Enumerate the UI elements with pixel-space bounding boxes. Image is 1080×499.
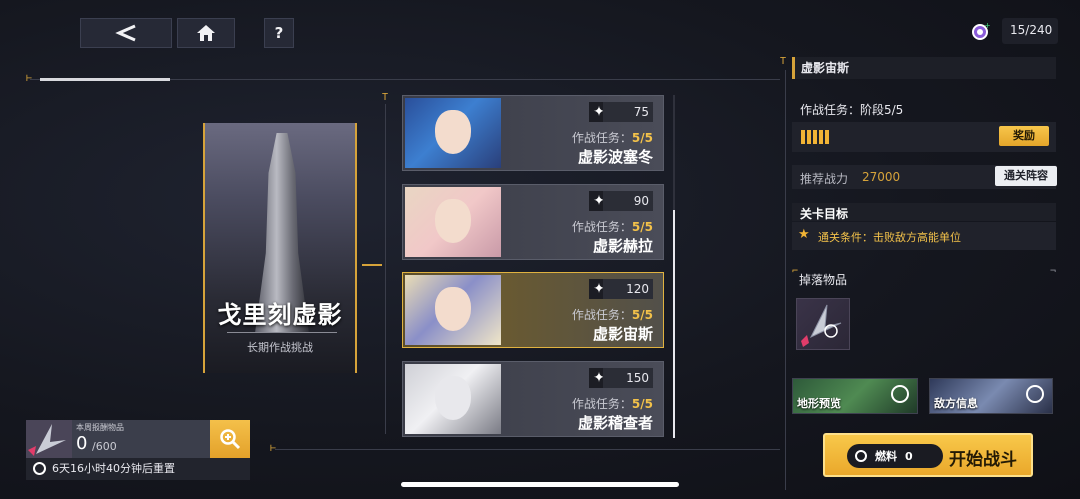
goal-row: ★ 通关条件：击败敌方高能单位 [792, 222, 1056, 250]
fuel-value: 0 [905, 449, 913, 463]
challenge-subtitle: 长期作战挑战 [247, 341, 313, 354]
weekly-reward-label: 本周报酬物品 [76, 423, 124, 432]
help-button[interactable]: ? [264, 18, 294, 48]
stage-card-hera[interactable]: ✦ 90 作战任务：5/5 虚影赫拉 [402, 184, 664, 260]
title-divider [227, 332, 337, 333]
shuriken-item-icon [26, 420, 72, 458]
portrait-hera [405, 187, 501, 257]
challenge-card[interactable]: 戈里刻虚影 长期作战挑战 [203, 123, 357, 373]
weekly-search-button[interactable] [210, 420, 250, 458]
back-button[interactable] [80, 18, 172, 48]
stage-name: 虚影波塞冬 [577, 148, 653, 166]
chevron-left-icon [115, 24, 136, 42]
drop-item-slot[interactable] [796, 298, 850, 350]
energy-orb-icon: + [972, 22, 990, 40]
goal-header: 关卡目标 [800, 207, 849, 221]
stage-name: 虚影赫拉 [592, 237, 653, 255]
progress-highlight [40, 78, 170, 81]
magnifier-plus-icon [220, 429, 241, 450]
corner-mark: ⊢ [270, 443, 277, 454]
stage-card-inspector[interactable]: ✦ 150 作战任务：5/5 虚影稽查者 [402, 361, 664, 437]
stage-number: 150 [603, 368, 653, 388]
stage-card-poseidon[interactable]: ✦ 75 作战任务：5/5 虚影波塞冬 [402, 95, 664, 171]
stage-card-zeus[interactable]: ✦ 120 作战任务：5/5 虚影宙斯 [402, 272, 664, 348]
enemy-info-label: 敌方信息 [934, 397, 978, 410]
task-progress-row: 作战任务：阶段5/5 [792, 98, 1056, 120]
terrain-preview-label: 地形预览 [797, 397, 841, 410]
svg-text:+: + [984, 22, 990, 30]
fuel-display: 燃料 0 [847, 444, 943, 468]
home-icon [197, 25, 215, 41]
start-battle-button[interactable]: 燃料 0 开始战斗 [823, 433, 1033, 477]
stamina-value: 15/240 [1010, 23, 1053, 37]
portrait-zeus [405, 275, 501, 345]
stage-task: 作战任务：5/5 [571, 131, 653, 145]
portrait-inspector [405, 364, 501, 434]
weekly-reset-text: 6天16小时40分钟后重置 [52, 462, 175, 475]
stage-task: 作战任务：5/5 [571, 308, 653, 322]
corner-mark: ¬ [1050, 266, 1057, 277]
vertical-divider [785, 70, 786, 490]
progress-bars [801, 130, 829, 144]
stage-name: 虚影宙斯 [592, 325, 653, 343]
stage-number: 120 [603, 279, 653, 299]
terrain-preview-button[interactable]: 地形预览 [792, 378, 918, 414]
clear-team-button[interactable]: 通关阵容 [995, 166, 1057, 186]
magnifier-icon [1026, 385, 1044, 403]
fuel-icon [855, 450, 867, 462]
start-battle-label: 开始战斗 [949, 450, 1017, 470]
corner-mark: ⊢ [26, 73, 33, 84]
corner-mark: ⌐ [792, 266, 799, 277]
stamina-display[interactable]: + 15/240 [968, 18, 1058, 44]
weekly-reset-timer: 6天16小时40分钟后重置 [26, 458, 250, 480]
shuriken-item-icon [801, 304, 842, 347]
portrait-poseidon [405, 98, 501, 168]
magnifier-icon [891, 385, 909, 403]
fuel-label: 燃料 [875, 450, 897, 463]
scrollbar-thumb[interactable] [673, 210, 675, 438]
clock-icon [33, 462, 46, 475]
weekly-max: /600 [92, 440, 117, 453]
stage-number: 90 [603, 191, 653, 211]
reward-button[interactable]: 奖励 [999, 126, 1049, 146]
help-label: ? [274, 24, 284, 42]
stage-task: 作战任务：5/5 [571, 397, 653, 411]
enemy-info-button[interactable]: 敌方信息 [929, 378, 1053, 414]
corner-mark: T [382, 92, 389, 103]
weekly-current: 0 [76, 433, 88, 454]
goal-star-icon: ★ [798, 227, 810, 242]
stage-number: 75 [603, 102, 653, 122]
stage-task: 作战任务：5/5 [571, 220, 653, 234]
task-progress-text: 作战任务：阶段5/5 [800, 103, 904, 117]
vertical-divider [385, 104, 386, 434]
weekly-reward-panel: 本周报酬物品 0 /600 6天16小时40分钟后重置 [26, 420, 250, 480]
home-indicator[interactable] [401, 482, 679, 487]
connector-line [362, 264, 382, 266]
drops-header: 掉落物品 [799, 273, 848, 287]
home-button[interactable] [177, 18, 235, 48]
goal-text: 通关条件：击败敌方高能单位 [818, 231, 961, 244]
bottom-divider [275, 449, 780, 450]
stage-name: 虚影稽查者 [577, 414, 653, 432]
goal-header-row: 关卡目标 [792, 203, 1056, 221]
challenge-title: 戈里刻虚影 [217, 301, 343, 329]
corner-mark: T [780, 56, 787, 67]
stage-detail-title: 虚影宙斯 [792, 57, 1056, 79]
power-value: 27000 [862, 170, 901, 184]
power-label: 推荐战力 [800, 172, 849, 186]
